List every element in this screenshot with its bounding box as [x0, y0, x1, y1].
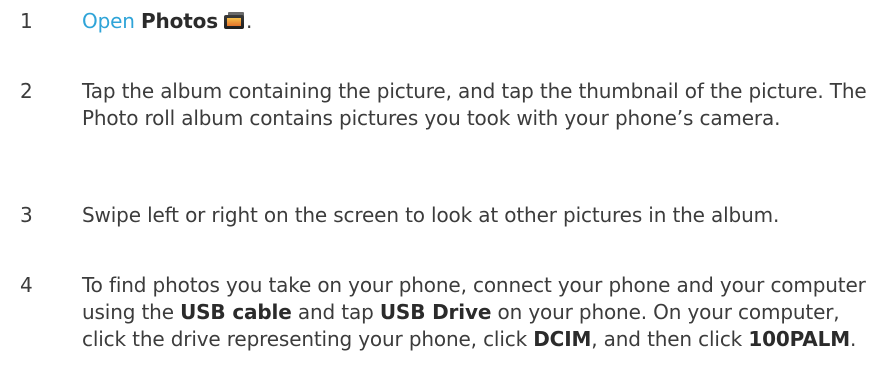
step-number: 1 [20, 9, 33, 33]
step-text: To find photos you take on your phone, c… [82, 272, 872, 353]
usb-drive-term: USB Drive [379, 300, 492, 324]
open-link[interactable]: Open [82, 9, 135, 33]
step-text-part: . [849, 327, 857, 351]
step-text-part: and tap [297, 300, 374, 324]
step-text: Swipe left or right on the screen to loo… [82, 203, 780, 227]
photos-app-icon [224, 12, 246, 30]
step-text: Tap the album containing the picture, an… [82, 79, 867, 130]
folder-term: 100PALM [748, 327, 850, 351]
step-text: Open Photos. [82, 8, 872, 35]
usb-cable-term: USB cable [180, 300, 292, 324]
step-text-part: , and then click [591, 327, 743, 351]
step-number: 2 [20, 79, 33, 103]
step-number: 4 [20, 273, 33, 297]
step-end-period: . [246, 9, 253, 33]
step-number: 3 [20, 203, 33, 227]
dcim-term: DCIM [533, 327, 592, 351]
app-name-photos: Photos [141, 9, 218, 33]
